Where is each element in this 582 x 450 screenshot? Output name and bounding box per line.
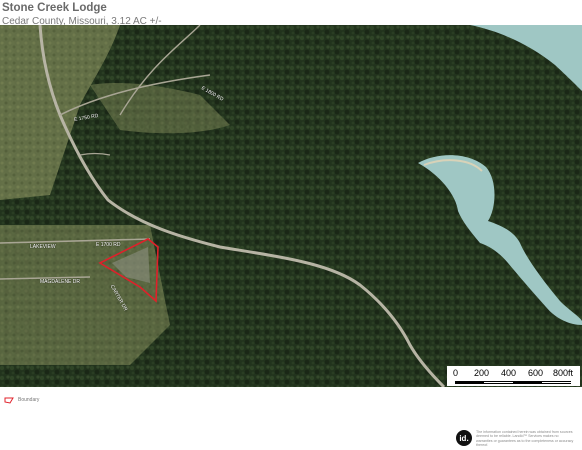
scale-tick-200: 200: [474, 368, 490, 378]
road-label-e1700: E 1700 RD: [96, 242, 121, 248]
scale-track: [455, 381, 571, 384]
scale-tick-400: 400: [501, 368, 517, 378]
aerial-imagery: [0, 25, 582, 387]
map-legend: Boundary: [4, 395, 39, 405]
disclaimer-text: The information contained herein was obt…: [476, 430, 574, 448]
scale-segment: [542, 382, 571, 383]
legend-label: Boundary: [18, 397, 40, 403]
landid-logo: id.: [456, 430, 472, 446]
residential-area: [0, 225, 170, 365]
boundary-swatch-icon: [4, 397, 14, 404]
map-footer: id. The information contained herein was…: [456, 430, 580, 448]
scale-bar: 0 200 400 600 800ft: [447, 366, 580, 386]
map-title: Stone Creek Lodge: [2, 2, 107, 14]
aerial-map[interactable]: E 1700 RD LAKEVIEW MAGDALENE DR CARTER D…: [0, 25, 582, 387]
scale-segment: [484, 382, 513, 383]
road-label-lakeview: LAKEVIEW: [30, 244, 56, 250]
scale-tick-800: 800ft: [553, 368, 574, 378]
scale-tick-0: 0: [453, 368, 459, 378]
scale-tick-600: 600: [528, 368, 544, 378]
road-label-magdalene: MAGDALENE DR: [40, 279, 81, 285]
